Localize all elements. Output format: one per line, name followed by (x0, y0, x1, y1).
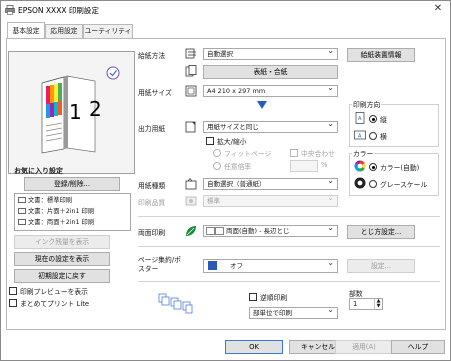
print-quality-label: 印刷品質 (138, 199, 166, 207)
landscape-label: 横 (380, 133, 387, 141)
separator (138, 216, 440, 217)
print-settings-window: EPSON XXXX 印刷設定 ✕ 基本設定 応用設定 ユーティリティー (0, 0, 451, 361)
layout-settings-button[interactable]: 設定... (347, 259, 415, 273)
favorites-list[interactable]: 文書：標準印刷 文書：片面＋2in1 印刷 文書：両面＋2in1 印刷 (14, 193, 131, 231)
print-preview-label: 印刷プレビューを表示 (20, 288, 88, 296)
scale-label: 拡大/縮小 (217, 138, 247, 146)
ink-level-button[interactable]: インク残量を表示 (14, 235, 110, 249)
landscape-page-icon: A (354, 130, 366, 140)
paper-type-select[interactable]: 自動選択（普通紙） (203, 178, 338, 190)
tab-advanced[interactable]: 応用設定 (45, 24, 83, 38)
grayscale-icon (354, 177, 366, 189)
title-bar: EPSON XXXX 印刷設定 ✕ (1, 1, 450, 19)
center-checkbox[interactable] (290, 149, 298, 157)
favorites-list-item[interactable]: 文書：両面＋2in1 印刷 (18, 218, 94, 228)
show-current-settings-button[interactable]: 現在の設定を表示 (14, 252, 110, 266)
favorites-title: お気に入り設定 (14, 167, 63, 175)
down-arrow-icon (257, 101, 267, 109)
duplex-page-icon (206, 227, 224, 235)
output-paper-label: 出力用紙 (138, 125, 166, 133)
preview-page-number-back: 2 (89, 97, 102, 121)
cover-interleaf-button[interactable]: 表紙・合紙 (203, 65, 338, 79)
any-ratio-radio[interactable] (213, 162, 221, 170)
duplex-label: 両面印刷 (138, 229, 166, 237)
color-auto-radio[interactable] (369, 163, 377, 171)
svg-text:A: A (358, 116, 362, 122)
print-preview-image: 1 2 (8, 51, 135, 174)
grayscale-radio[interactable] (369, 180, 377, 188)
paper-type-icon (185, 178, 197, 190)
preview-page-number-front: 1 (69, 100, 82, 124)
window-title: EPSON XXXX 印刷設定 (18, 6, 99, 15)
favorites-list-item[interactable]: 文書：片面＋2in1 印刷 (18, 207, 94, 217)
paper-source-icon (185, 48, 196, 59)
paper-type-label: 用紙種類 (138, 182, 166, 190)
grayscale-label: グレースケール (380, 181, 428, 189)
scale-checkbox[interactable] (206, 137, 214, 145)
apply-button[interactable]: 適用(A) (335, 340, 393, 354)
collate-select[interactable]: 部単位で印刷 (249, 307, 338, 319)
output-paper-select[interactable]: 用紙サイズと同じ (203, 121, 338, 133)
cover-sheet-icon (185, 65, 197, 77)
copies-label: 部数 (349, 290, 363, 298)
tab-utility[interactable]: ユーティリティー (83, 24, 133, 48)
document-icon (18, 208, 26, 214)
close-icon[interactable]: ✕ (432, 3, 444, 15)
paper-size-label: 用紙サイズ (138, 89, 172, 97)
color-wheel-icon (354, 160, 366, 172)
portrait-radio[interactable] (369, 115, 377, 123)
separator (138, 281, 440, 282)
copies-value: 1 (353, 300, 358, 308)
output-paper-icon (185, 121, 196, 133)
print-preview-checkbox[interactable] (9, 287, 17, 295)
print-quality-select[interactable]: 標準 (203, 195, 338, 207)
document-icon (18, 197, 26, 203)
batch-print-checkbox[interactable] (9, 299, 17, 307)
fit-page-radio[interactable] (213, 149, 221, 157)
printer-icon (5, 5, 15, 15)
layout-swatch-icon (208, 261, 217, 270)
reverse-print-checkbox[interactable] (249, 293, 257, 301)
print-quality-icon (185, 196, 197, 206)
reverse-print-label: 逆順印刷 (260, 294, 288, 302)
batch-print-label: まとめてプリント Lite (20, 300, 90, 308)
paper-source-select[interactable]: 自動選択 (203, 48, 338, 60)
help-button[interactable]: ヘルプ (391, 340, 445, 354)
any-ratio-label: 任意倍率 (224, 163, 252, 171)
separator (138, 246, 440, 247)
portrait-page-icon: A (355, 112, 365, 124)
fit-page-label: フィットページ (224, 150, 272, 158)
paper-source-label: 給紙方法 (138, 52, 166, 60)
duplex-leaf-icon (186, 226, 196, 236)
ok-button[interactable]: OK (225, 340, 283, 354)
landscape-radio[interactable] (369, 132, 377, 140)
svg-text:A: A (358, 134, 362, 140)
collate-pages-icon (158, 293, 193, 314)
ratio-unit: % (321, 161, 328, 169)
center-label: 中央合わせ (301, 150, 335, 158)
favorites-list-item[interactable]: 文書：標準印刷 (18, 196, 72, 206)
tab-basic[interactable]: 基本設定 (7, 22, 45, 39)
color-title: カラー (352, 148, 375, 158)
paper-size-icon (185, 85, 197, 97)
register-delete-button[interactable]: 登録/削除... (24, 177, 120, 191)
color-auto-label: カラー(自動) (380, 164, 420, 172)
document-icon (18, 219, 26, 225)
portrait-label: 縦 (380, 116, 387, 124)
reset-defaults-button[interactable]: 初期設定に戻す (14, 269, 110, 283)
ratio-input[interactable] (290, 160, 318, 172)
orientation-group (349, 104, 439, 147)
orientation-title: 印刷方向 (352, 99, 382, 109)
paper-source-info-button[interactable]: 給紙装置情報 (347, 48, 415, 62)
paper-size-select[interactable]: A4 210 x 297 mm (203, 85, 338, 97)
binding-settings-button[interactable]: とじ方設定... (347, 225, 415, 239)
copies-input[interactable]: 1 ▲ ▼ (349, 298, 383, 310)
copies-spinner-icon[interactable]: ▲ ▼ (374, 299, 382, 309)
layout-select[interactable]: オフ (203, 259, 338, 273)
layout-label: ページ集約/ポスター (138, 256, 181, 273)
tab-content: 1 2 お気に入り設定 登録/削除... 文書：標準印刷 文書：片面＋2in1 … (6, 38, 446, 330)
